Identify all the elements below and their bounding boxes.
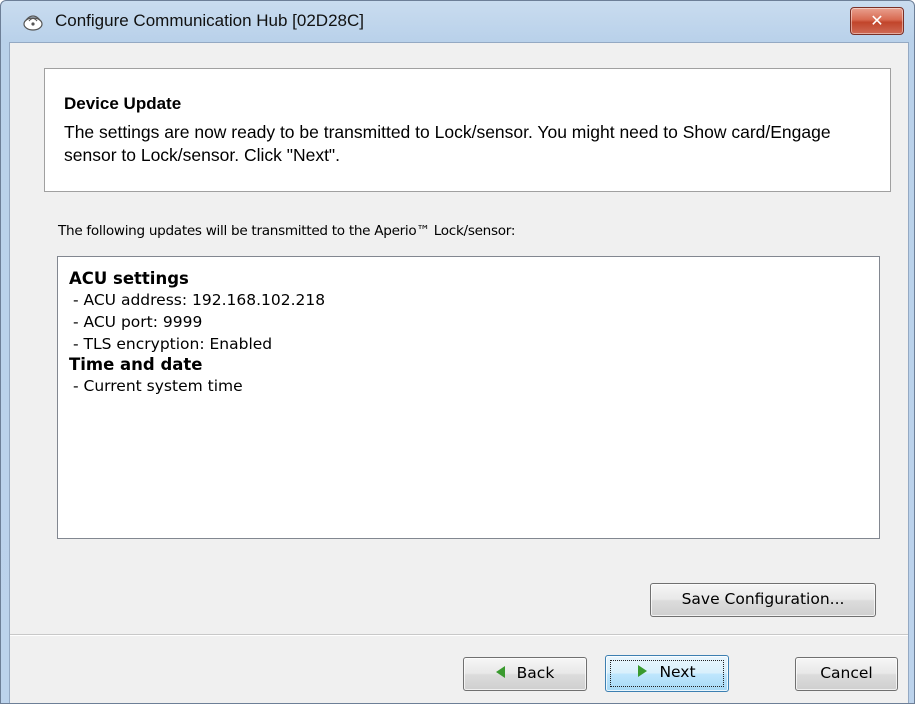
updates-list-box[interactable]: ACU settings - ACU address: 192.168.102.… xyxy=(57,256,880,539)
header-title: Device Update xyxy=(64,94,182,113)
button-bar-divider xyxy=(10,634,908,636)
window-title: Configure Communication Hub [02D28C] xyxy=(55,11,364,30)
update-section: ACU settings - ACU address: 192.168.102.… xyxy=(69,269,879,355)
next-arrow-icon xyxy=(638,664,648,677)
title-bar[interactable]: Configure Communication Hub [02D28C] ✕ xyxy=(1,1,914,41)
update-item: - Current system time xyxy=(73,377,243,395)
update-section: Time and date - Current system time xyxy=(69,355,879,397)
next-button[interactable]: Next xyxy=(605,655,729,692)
update-item: - ACU address: 192.168.102.218 xyxy=(73,291,326,309)
updates-intro-label: The following updates will be transmitte… xyxy=(58,223,516,239)
close-icon: ✕ xyxy=(870,11,884,30)
header-panel: Device Update The settings are now ready… xyxy=(44,68,891,192)
next-button-label: Next xyxy=(659,663,696,681)
dialog-window: Configure Communication Hub [02D28C] ✕ D… xyxy=(0,0,915,704)
save-configuration-button[interactable]: Save Configuration... xyxy=(650,583,876,617)
header-description: The settings are now ready to be transmi… xyxy=(64,122,831,165)
cancel-button[interactable]: Cancel xyxy=(795,657,898,691)
back-button[interactable]: Back xyxy=(463,657,587,691)
dialog-client-area: Device Update The settings are now ready… xyxy=(9,42,909,703)
network-hub-icon xyxy=(23,15,43,31)
update-item: - ACU port: 9999 xyxy=(73,313,203,331)
update-item: - TLS encryption: Enabled xyxy=(73,335,273,353)
close-button[interactable]: ✕ xyxy=(850,7,904,35)
section-title-acu-settings: ACU settings xyxy=(69,269,189,288)
section-title-time-and-date: Time and date xyxy=(69,355,203,374)
back-arrow-icon xyxy=(495,665,505,678)
back-button-label: Back xyxy=(516,664,555,682)
